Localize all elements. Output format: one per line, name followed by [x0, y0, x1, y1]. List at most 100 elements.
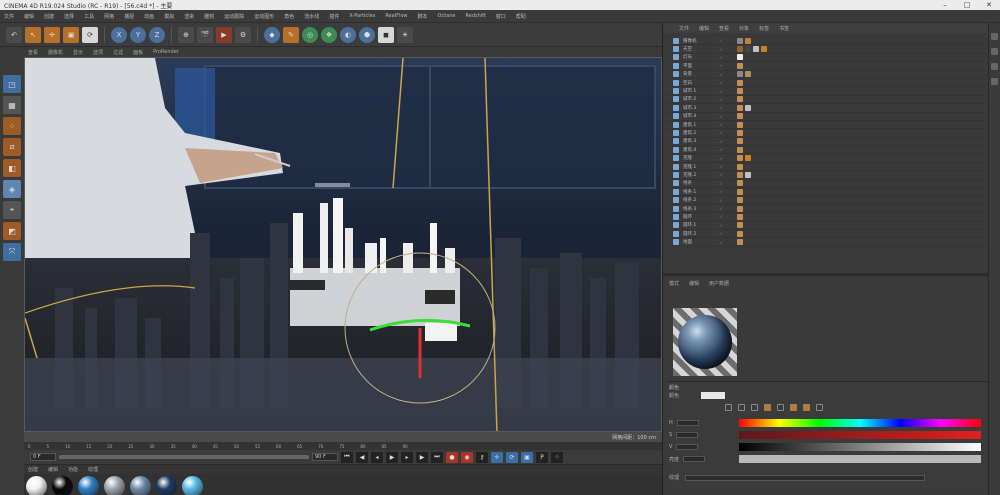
object-row[interactable]: 建筑.1 ⁚ ✓: [667, 121, 985, 130]
model-mode-icon[interactable]: ◈: [3, 180, 21, 198]
object-name[interactable]: 线条.3: [683, 206, 717, 212]
render-view-icon[interactable]: 🎬: [197, 26, 213, 43]
menu-item[interactable]: 编辑: [24, 13, 34, 20]
visibility-dots[interactable]: ⁚ ✓: [717, 189, 731, 194]
visibility-dots[interactable]: ⁚ ✓: [717, 156, 731, 161]
object-tag-icon[interactable]: [737, 213, 743, 220]
color-swatch[interactable]: [701, 392, 725, 399]
viewport-menu-item[interactable]: 选项: [93, 49, 103, 56]
object-name[interactable]: 城市.1: [683, 88, 717, 94]
object-row[interactable]: 天空 ⁚ ✓: [667, 45, 985, 54]
attribute-tab[interactable]: 模式: [669, 280, 679, 287]
object-row[interactable]: 线条 ⁚ ✓: [667, 180, 985, 189]
object-name[interactable]: 克隆: [683, 155, 717, 161]
x-axis-icon[interactable]: X: [111, 26, 127, 43]
visibility-dots[interactable]: ⁚ ✓: [717, 63, 731, 68]
menu-item[interactable]: Redshift: [466, 13, 486, 19]
viewport-menu-item[interactable]: 显示: [73, 49, 83, 56]
material-menu-item[interactable]: 纹理: [88, 466, 98, 473]
visibility-dots[interactable]: ⁚ ✓: [717, 55, 731, 60]
object-name[interactable]: 圆环: [683, 214, 717, 220]
object-tag-icon[interactable]: [737, 37, 743, 44]
object-tag-icon[interactable]: [737, 79, 743, 86]
hue-input[interactable]: [676, 420, 699, 426]
autokey-icon[interactable]: ◉: [461, 451, 473, 463]
object-row[interactable]: 线条.1 ⁚ ✓: [667, 188, 985, 197]
render-settings-icon[interactable]: ⚙: [235, 26, 251, 43]
value-input[interactable]: [676, 444, 699, 450]
cube-icon[interactable]: ◆: [264, 26, 280, 43]
object-row[interactable]: 空白 ⁚ ✓: [667, 79, 985, 88]
object-row[interactable]: 克隆.1 ⁚ ✓: [667, 163, 985, 172]
object-name[interactable]: 天空: [683, 46, 717, 52]
undo-icon[interactable]: ↶: [6, 26, 22, 43]
mat-blue-swatch[interactable]: [78, 476, 99, 495]
layers-tab-icon[interactable]: [991, 78, 998, 85]
live-select-icon[interactable]: ↖: [25, 26, 41, 43]
object-name[interactable]: 城市.4: [683, 113, 717, 119]
menu-item[interactable]: 窗口: [496, 13, 506, 20]
menu-item[interactable]: 运动跟踪: [224, 13, 244, 20]
object-tag-icon[interactable]: [737, 146, 743, 153]
menu-item[interactable]: 选择: [64, 13, 74, 20]
menu-item[interactable]: 网格: [104, 13, 114, 20]
visibility-dots[interactable]: ⁚ ✓: [717, 114, 731, 119]
color-wheel-icon[interactable]: [725, 404, 732, 411]
object-manager-tab[interactable]: 标签: [759, 25, 769, 32]
swatches-icon[interactable]: [816, 404, 823, 411]
visibility-dots[interactable]: ⁚ ✓: [717, 214, 731, 219]
minimize-button[interactable]: –: [934, 0, 956, 10]
object-manager-tab[interactable]: 编辑: [699, 25, 709, 32]
object-tag-icon[interactable]: [737, 205, 743, 212]
object-manager-tab[interactable]: 文件: [679, 25, 689, 32]
object-row[interactable]: 城市.1 ⁚ ✓: [667, 87, 985, 96]
object-row[interactable]: 城市.2 ⁚ ✓: [667, 96, 985, 105]
object-tag-icon[interactable]: [745, 171, 751, 178]
viewport-menu-item[interactable]: 面板: [133, 49, 143, 56]
close-button[interactable]: ✕: [978, 0, 1000, 10]
menu-item[interactable]: 文件: [4, 13, 14, 20]
menu-item[interactable]: 工具: [84, 13, 94, 20]
scale-key-icon[interactable]: ▣: [521, 451, 533, 463]
position-key-icon[interactable]: ✛: [491, 451, 503, 463]
structure-tab-icon[interactable]: [991, 63, 998, 70]
visibility-dots[interactable]: ⁚ ✓: [717, 47, 731, 52]
object-name[interactable]: 灯光: [683, 54, 717, 60]
kelvin-mode-icon[interactable]: [790, 404, 797, 411]
visibility-dots[interactable]: ⁚ ✓: [717, 139, 731, 144]
saturation-slider[interactable]: [739, 431, 981, 439]
visibility-dots[interactable]: ⁚ ✓: [717, 206, 731, 211]
object-name[interactable]: 圆环.1: [683, 222, 717, 228]
object-row[interactable]: 摄像机 ⁚ ✓: [667, 37, 985, 46]
texture-mode-icon[interactable]: ▦: [3, 96, 21, 114]
hsv-mode-icon[interactable]: [777, 404, 784, 411]
object-name[interactable]: 建筑.1: [683, 122, 717, 128]
goto-end-icon[interactable]: ⏭: [431, 451, 443, 463]
object-name[interactable]: 地面: [683, 239, 717, 245]
object-row[interactable]: 地面 ⁚ ✓: [667, 238, 985, 247]
pla-key-icon[interactable]: ⁘: [551, 451, 563, 463]
attribute-tab[interactable]: 编辑: [689, 280, 699, 287]
object-tag-icon[interactable]: [737, 62, 743, 69]
object-tag-icon[interactable]: [745, 46, 751, 53]
saturation-input[interactable]: [676, 432, 699, 438]
visibility-dots[interactable]: ⁚ ✓: [717, 198, 731, 203]
object-row[interactable]: 背景 ⁚ ✓: [667, 71, 985, 79]
object-row[interactable]: 克隆 ⁚ ✓: [667, 154, 985, 163]
menu-item[interactable]: 模拟: [164, 13, 174, 20]
object-tag-icon[interactable]: [753, 46, 759, 53]
record-icon[interactable]: ●: [446, 451, 458, 463]
material-menu-item[interactable]: 创建: [28, 466, 38, 473]
brightness-input[interactable]: [683, 456, 706, 462]
next-frame-icon[interactable]: ▸: [401, 451, 413, 463]
menu-item[interactable]: 流水线: [304, 13, 319, 20]
visibility-dots[interactable]: ⁚ ✓: [717, 164, 731, 169]
frame-range-slider[interactable]: [59, 455, 309, 459]
scene-icon[interactable]: ⬢: [359, 26, 375, 43]
attribute-tab[interactable]: 用户数据: [709, 280, 729, 287]
object-tag-icon[interactable]: [745, 37, 751, 44]
object-name[interactable]: 线条: [683, 180, 717, 186]
mat-white-swatch[interactable]: [26, 476, 47, 495]
object-tag-icon[interactable]: [737, 239, 743, 246]
rotate-icon[interactable]: ⟳: [82, 26, 98, 43]
